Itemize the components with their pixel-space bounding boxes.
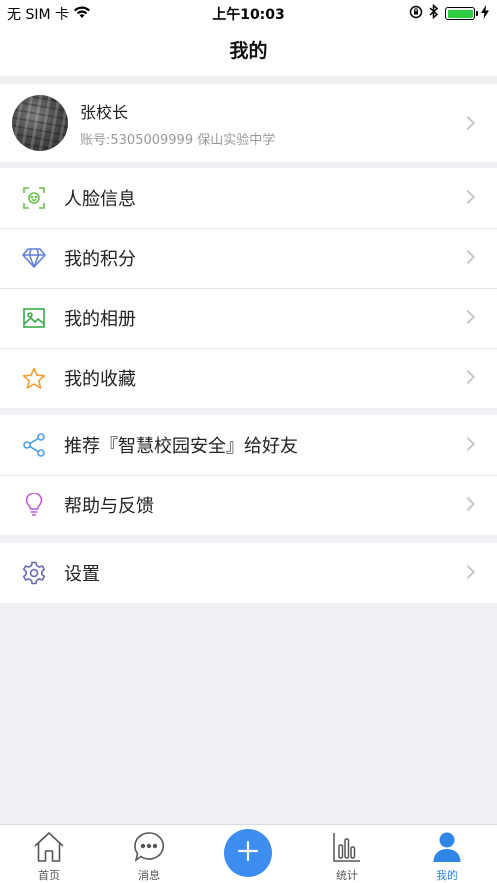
diamond-icon <box>22 246 46 270</box>
tab-stats[interactable]: 统计 <box>307 825 387 883</box>
battery-icon <box>445 7 478 20</box>
chevron-right-icon <box>460 564 476 580</box>
face-scan-icon <box>22 186 46 210</box>
star-icon <box>22 366 46 390</box>
menu-item-album[interactable]: 我的相册 <box>0 288 497 348</box>
nav-bar: 我的 <box>0 26 497 76</box>
image-icon <box>22 306 46 330</box>
menu-item-help[interactable]: 帮助与反馈 <box>0 475 497 535</box>
chevron-right-icon <box>460 436 476 452</box>
menu-item-label: 设置 <box>64 564 100 585</box>
chevron-right-icon <box>460 496 476 512</box>
profile-name: 张校长 <box>80 102 129 122</box>
menu-item-points[interactable]: 我的积分 <box>0 228 497 288</box>
tab-mine[interactable]: 我的 <box>407 825 487 883</box>
stats-icon <box>332 831 362 867</box>
chevron-right-icon <box>460 369 476 385</box>
status-bar: 无 SIM 卡 上午10:03 <box>0 0 497 26</box>
rotation-lock-icon <box>409 5 423 23</box>
chevron-right-icon <box>460 309 476 325</box>
chevron-right-icon <box>460 189 476 205</box>
menu-group-2: 推荐『智慧校园安全』给好友 帮助与反馈 <box>0 415 497 535</box>
share-icon <box>22 433 46 457</box>
tab-label: 消息 <box>138 869 160 882</box>
battery-level <box>447 9 473 18</box>
gear-icon <box>22 561 46 585</box>
tab-home[interactable]: 首页 <box>9 825 89 883</box>
menu-item-face-info[interactable]: 人脸信息 <box>0 168 497 228</box>
bluetooth-icon <box>429 3 439 23</box>
page-title: 我的 <box>229 40 268 62</box>
menu-item-label: 人脸信息 <box>64 189 136 210</box>
tab-messages[interactable]: 消息 <box>109 825 189 883</box>
menu-group-1: 人脸信息 我的积分 我的相册 我的收藏 <box>0 168 497 408</box>
menu-item-label: 推荐『智慧校园安全』给好友 <box>64 436 298 457</box>
profile-account: 账号:5305009999 保山实验中学 <box>80 132 276 148</box>
menu-item-settings[interactable]: 设置 <box>0 543 497 603</box>
menu-item-favorites[interactable]: 我的收藏 <box>0 348 497 408</box>
menu-item-label: 我的相册 <box>64 309 136 330</box>
add-button[interactable] <box>224 829 272 877</box>
tab-label: 统计 <box>336 869 358 882</box>
message-icon <box>133 831 165 867</box>
charging-icon <box>481 4 489 23</box>
avatar <box>12 95 68 151</box>
tab-label: 首页 <box>38 869 60 882</box>
lightbulb-icon <box>22 493 46 517</box>
menu-group-3: 设置 <box>0 543 497 603</box>
menu-item-label: 我的收藏 <box>64 369 136 390</box>
profile-text: 张校长 账号:5305009999 保山实验中学 <box>80 99 275 148</box>
menu-item-label: 帮助与反馈 <box>64 496 154 517</box>
home-icon <box>33 831 65 867</box>
user-icon <box>432 831 462 867</box>
plus-icon <box>237 840 259 866</box>
status-right <box>409 3 489 23</box>
menu-item-recommend[interactable]: 推荐『智慧校园安全』给好友 <box>0 415 497 475</box>
menu-item-label: 我的积分 <box>64 249 136 270</box>
tab-label: 我的 <box>436 869 458 882</box>
chevron-right-icon <box>460 249 476 265</box>
profile-card[interactable]: 张校长 账号:5305009999 保山实验中学 <box>0 84 497 162</box>
chevron-right-icon <box>460 115 476 131</box>
